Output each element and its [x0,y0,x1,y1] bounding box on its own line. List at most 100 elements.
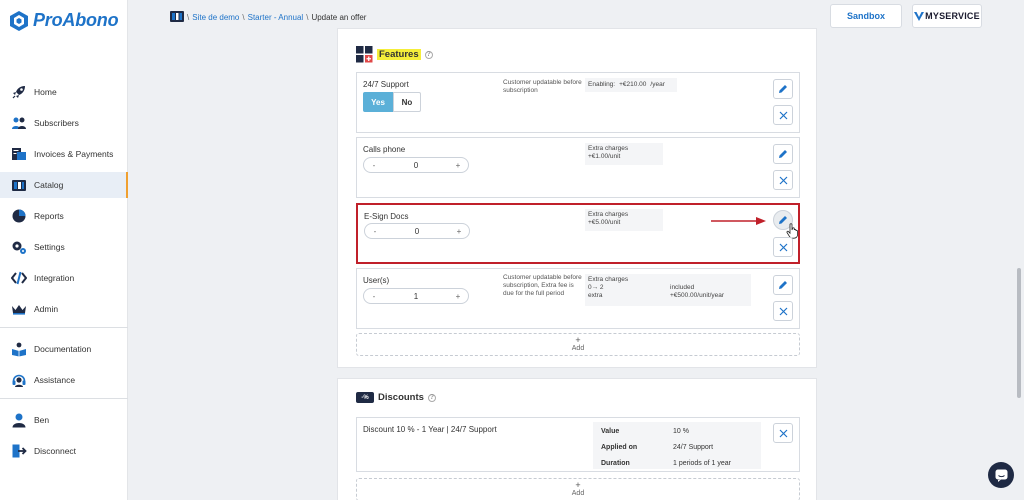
remove-button[interactable] [773,105,793,125]
chat-button[interactable] [988,462,1014,488]
sidebar-item-subscribers[interactable]: Subscribers [0,110,128,136]
discount-tag-icon: -% [356,392,374,403]
add-discount-button[interactable]: + Add [356,478,800,500]
toggle-yes-button[interactable]: Yes [363,92,393,112]
sidebar-item-invoices[interactable]: Invoices & Payments [0,141,128,167]
sidebar-item-integration[interactable]: Integration [0,265,128,291]
edit-button[interactable] [773,79,793,99]
sidebar-item-assistance[interactable]: Assistance [0,367,128,393]
toggle-no-button[interactable]: No [393,92,421,112]
page-scrollbar[interactable] [1017,268,1021,398]
close-icon [779,307,787,315]
sidebar-item-user[interactable]: Ben [0,407,128,433]
help-icon[interactable]: ? [427,393,436,402]
user-icon [10,411,28,429]
feature-description: Customer updatable before subscription [503,79,582,94]
charges-included: included [670,284,695,291]
stepper-minus-button[interactable]: - [370,161,378,170]
breadcrumb-offer-link[interactable]: Starter - Annual [248,13,304,22]
stepper-value[interactable]: 0 [414,161,418,170]
sidebar-divider [0,327,128,328]
help-icon[interactable]: ? [424,50,433,59]
stepper-plus-button[interactable]: + [454,292,462,301]
breadcrumb-site-link[interactable]: Site de demo [192,13,239,22]
feature-name: Calls phone [363,145,406,154]
discount-value: 10 % [673,428,689,435]
sidebar-item-home[interactable]: Home [0,79,128,105]
sidebar-item-label: Settings [34,242,65,252]
features-icon [356,46,373,63]
extra-charges-box: Extra charges 0→ 2 included extra +€500.… [585,274,751,306]
sidebar-item-label: Ben [34,415,50,425]
yes-no-toggle: Yes No [363,92,421,112]
sandbox-button[interactable]: Sandbox [830,4,902,28]
add-label: Add [571,345,585,352]
code-icon [10,269,28,287]
feature-card-users: User(s) - 1 + Customer updatable before … [356,268,800,329]
logo-hexagon-icon [10,10,28,31]
remove-button[interactable] [773,237,793,257]
pie-chart-icon [10,207,28,225]
brand-label: MYSERVICE [925,11,980,21]
sidebar-item-admin[interactable]: Admin [0,296,128,322]
sidebar-item-reports[interactable]: Reports [0,203,128,229]
remove-button[interactable] [773,423,793,443]
brand-myservice-button[interactable]: MYSERVICE [912,4,982,28]
feature-name: 24/7 Support [363,80,409,89]
stepper-value[interactable]: 0 [415,227,419,236]
pricing-period: /year [650,81,665,88]
book-icon [10,340,28,358]
sidebar-item-catalog[interactable]: Catalog [0,172,128,198]
edit-button[interactable] [773,275,793,295]
headset-icon [10,371,28,389]
charges-title: Extra charges [588,276,629,283]
pricing-label: Enabling: [588,81,616,88]
crown-icon [10,300,28,318]
extra-charges-box: Extra charges +€5.00/unit [585,209,663,231]
sidebar-item-label: Documentation [34,344,92,354]
charges-title: Extra charges [588,145,629,152]
charges-extra-price: +€500.00/unit/year [670,292,725,299]
discounts-panel: -% Discounts ? Discount 10 % - 1 Year | … [337,378,817,500]
discount-card: Discount 10 % - 1 Year | 24/7 Support Va… [356,417,800,472]
remove-button[interactable] [773,170,793,190]
edit-button[interactable] [773,144,793,164]
sidebar-item-disconnect[interactable]: Disconnect [0,438,128,464]
sidebar-item-documentation[interactable]: Documentation [0,336,128,362]
discount-name: Discount 10 % - 1 Year | 24/7 Support [363,425,497,434]
stepper-value[interactable]: 1 [414,292,418,301]
breadcrumb-current: Update an offer [311,13,367,22]
feature-description: Customer updatable before subscription, … [503,274,582,297]
sidebar-item-label: Admin [34,304,59,314]
features-title: Features [377,49,421,60]
stepper-plus-button[interactable]: + [455,227,463,236]
charges-title: Extra charges [588,211,629,218]
feature-card-esign: E-Sign Docs - 0 + Extra charges +€5.00/u… [356,203,800,264]
rocket-icon [10,83,28,101]
stepper-minus-button[interactable]: - [371,227,379,236]
pencil-icon [779,150,787,158]
plus-icon: + [575,480,581,490]
sidebar-item-label: Subscribers [34,118,79,128]
sidebar-item-label: Disconnect [34,446,77,456]
quantity-stepper: - 0 + [363,157,469,173]
sidebar-item-settings[interactable]: Settings [0,234,128,260]
catalog-icon [170,11,184,24]
discount-value-label: Value [601,428,620,435]
charges-line: +€1.00/unit [588,153,621,160]
discount-details: Value 10 % Applied on 24/7 Support Durat… [593,422,761,469]
logout-icon [10,442,28,460]
close-icon [779,176,787,184]
brand-chevron-icon [914,11,925,21]
sidebar-item-label: Catalog [34,180,64,190]
remove-button[interactable] [773,301,793,321]
pricing-amount: +€210.00 [619,81,647,88]
stepper-minus-button[interactable]: - [370,292,378,301]
quantity-stepper: - 0 + [364,223,470,239]
stepper-plus-button[interactable]: + [454,161,462,170]
add-feature-button[interactable]: + Add [356,333,800,356]
sidebar: ProAbono Home Subscribers Invoices & Pay… [0,0,128,500]
app-logo[interactable]: ProAbono [10,10,119,31]
charges-line: +€5.00/unit [588,219,621,226]
add-label: Add [571,490,585,497]
